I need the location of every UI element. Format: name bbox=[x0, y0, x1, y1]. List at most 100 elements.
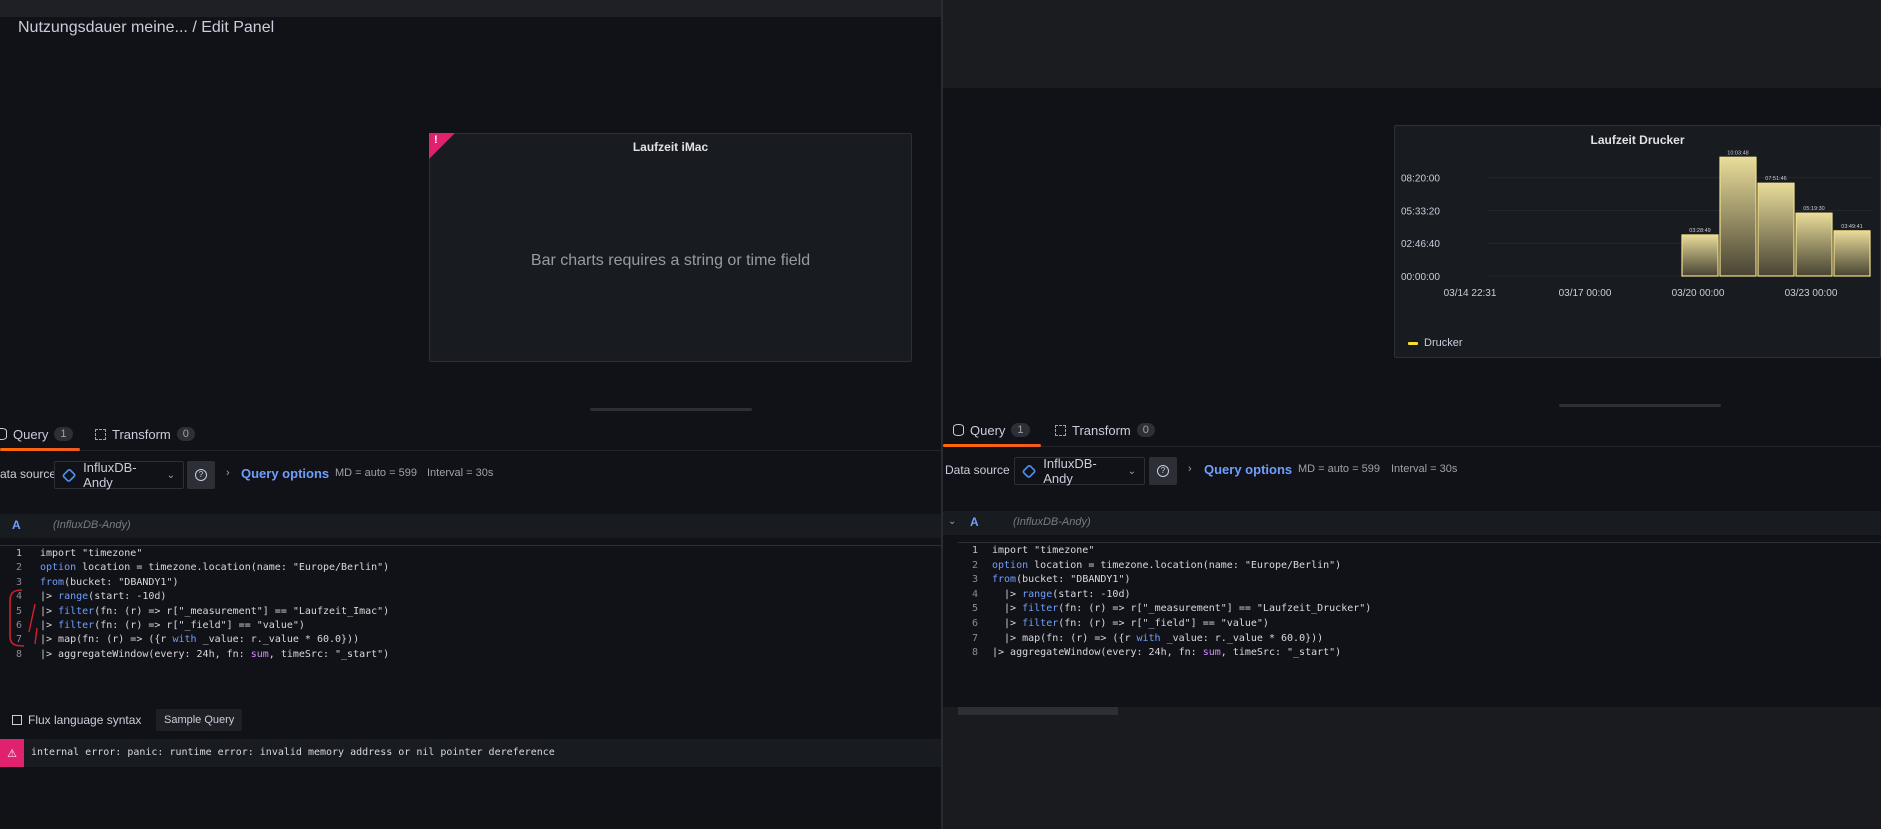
bar[interactable] bbox=[1833, 230, 1871, 277]
tab-transform-label: Transform bbox=[112, 426, 171, 442]
line-number: 7 bbox=[971, 632, 978, 644]
tab-query-count: 1 bbox=[1011, 423, 1030, 437]
datasource-help-button[interactable]: ? bbox=[187, 461, 215, 489]
left-editor-pane: Nutzungsdauer meine... / Edit Panel ! La… bbox=[0, 0, 942, 829]
top-bar bbox=[0, 0, 942, 17]
line-number: 1 bbox=[971, 545, 978, 556]
code-line[interactable]: 6 |> filter(fn: (r) => r["_field"] == "v… bbox=[958, 617, 1858, 631]
code-line[interactable]: 3 from(bucket: "DBANDY1") bbox=[0, 576, 900, 590]
code-text: from(bucket: "DBANDY1") bbox=[40, 576, 179, 588]
code-line[interactable]: 4 |> range(start: -10d) bbox=[0, 590, 900, 604]
panel-preview[interactable]: ! Laufzeit iMac Bar charts requires a st… bbox=[429, 133, 912, 362]
code-text: |> range(start: -10d) bbox=[40, 591, 167, 603]
query-row-header[interactable]: ⌄ A (InfluxDB-Andy) bbox=[943, 511, 1881, 535]
datasource-value: InfluxDB-Andy bbox=[1043, 456, 1097, 486]
query-datasource-name: (InfluxDB-Andy) bbox=[1013, 516, 1091, 528]
datasource-label: Data source bbox=[945, 463, 1010, 477]
bar[interactable] bbox=[1757, 182, 1795, 277]
query-ref-id[interactable]: A bbox=[12, 518, 21, 532]
legend-swatch bbox=[1408, 341, 1418, 345]
code-line[interactable]: 4 |> range(start: -10d) bbox=[958, 588, 1858, 602]
line-number: 3 bbox=[15, 576, 22, 588]
panel-preview[interactable]: Laufzeit Drucker 08:20:00 05:33:20 02:46:4… bbox=[1394, 125, 1881, 358]
line-number: 5 bbox=[15, 605, 22, 617]
panel-message: Bar charts requires a string or time fie… bbox=[530, 252, 811, 269]
code-line[interactable]: 5 |> filter(fn: (r) => r["_measurement"] … bbox=[0, 605, 900, 619]
tab-transform[interactable]: Transform 0 bbox=[95, 419, 195, 449]
tab-query[interactable]: Query 1 bbox=[953, 415, 1030, 445]
flux-code-editor[interactable]: 1 import "timezone" 2 option location = tim… bbox=[0, 545, 942, 673]
code-text: import "timezone" bbox=[992, 545, 1095, 556]
datasource-label: ata source bbox=[0, 467, 57, 481]
sample-query-button[interactable]: Sample Query bbox=[156, 709, 243, 731]
bar-value-label: 10:03:48 bbox=[1727, 150, 1748, 156]
line-number: 6 bbox=[15, 620, 22, 631]
query-row-header[interactable]: A (InfluxDB-Andy) bbox=[0, 514, 942, 538]
tab-query-label: Query bbox=[970, 422, 1006, 438]
editor-footer-area bbox=[943, 707, 1881, 829]
code-line[interactable]: 3 from(bucket: "DBANDY1") bbox=[958, 573, 1858, 587]
query-options-button[interactable]: Query options bbox=[241, 466, 329, 481]
right-editor-pane: Laufzeit Drucker 08:20:00 05:33:20 02:46:4… bbox=[943, 0, 1881, 829]
code-line[interactable]: 1 import "timezone" bbox=[0, 547, 900, 561]
x-tick-label: 03/23 00:00 bbox=[1785, 288, 1838, 299]
x-tick-label: 03/14 22:31 bbox=[1444, 288, 1497, 299]
flux-syntax-link[interactable]: Flux language syntax bbox=[4, 709, 149, 731]
datasource-picker[interactable]: InfluxDB-Andy ⌄ bbox=[54, 460, 184, 490]
top-bar bbox=[943, 0, 1881, 88]
bar[interactable] bbox=[1681, 234, 1719, 277]
panel-title[interactable]: Laufzeit iMac bbox=[430, 140, 911, 154]
code-line[interactable]: 6 |> filter(fn: (r) => r["_field"] == "va… bbox=[0, 619, 900, 633]
line-number: 6 bbox=[971, 618, 978, 629]
datasource-picker[interactable]: InfluxDB-Andy ⌄ bbox=[1014, 456, 1145, 486]
code-line[interactable]: 8 |> aggregateWindow(every: 24h, fn: sum,… bbox=[0, 648, 900, 662]
panel-title[interactable]: Laufzeit Drucker bbox=[1395, 133, 1880, 147]
tab-query[interactable]: Query 1 bbox=[0, 419, 73, 449]
chevron-right-icon[interactable]: › bbox=[226, 467, 230, 479]
active-tab-indicator bbox=[0, 448, 80, 451]
query-ref-id[interactable]: A bbox=[970, 515, 979, 529]
question-icon: ? bbox=[1157, 465, 1169, 477]
active-tab-indicator bbox=[943, 444, 1041, 447]
code-text: |> filter(fn: (r) => r["_measurement"] =… bbox=[40, 605, 390, 617]
query-datasource-name: (InfluxDB-Andy) bbox=[53, 519, 131, 531]
datasource-help-button[interactable]: ? bbox=[1149, 457, 1177, 485]
flux-code-editor[interactable]: 1 import "timezone" 2 option location = tim… bbox=[958, 542, 1881, 707]
chevron-right-icon[interactable]: › bbox=[1188, 463, 1192, 475]
database-icon bbox=[953, 424, 964, 436]
query-options-md: MD = auto = 599 bbox=[1298, 463, 1380, 475]
x-tick-label: 03/17 00:00 bbox=[1559, 288, 1612, 299]
editor-tabs: Query 1 Transform 0 bbox=[0, 419, 942, 451]
question-icon: ? bbox=[195, 469, 207, 481]
code-text: |> map(fn: (r) => ({r with _value: r._va… bbox=[992, 632, 1324, 644]
editor-divider bbox=[958, 542, 1881, 543]
pane-resize-handle[interactable] bbox=[590, 408, 752, 411]
collapse-chevron-icon[interactable]: ⌄ bbox=[948, 516, 956, 527]
code-text: from(bucket: "DBANDY1") bbox=[992, 574, 1131, 586]
bar-chart[interactable]: 08:20:00 05:33:20 02:46:40 00:00:00 03/14 22… bbox=[1395, 150, 1881, 330]
transform-icon bbox=[1055, 424, 1066, 436]
bar[interactable] bbox=[1719, 156, 1757, 277]
line-number: 2 bbox=[971, 559, 978, 571]
pane-resize-handle[interactable] bbox=[1559, 404, 1721, 407]
code-line[interactable]: 8 |> aggregateWindow(every: 24h, fn: sum,… bbox=[958, 646, 1858, 660]
code-text: |> map(fn: (r) => ({r with _value: r._va… bbox=[40, 634, 360, 646]
code-line[interactable]: 2 option location = timezone.location(nam… bbox=[958, 559, 1858, 573]
code-line[interactable]: 5 |> filter(fn: (r) => r["_measurement"]… bbox=[958, 602, 1858, 616]
tab-transform[interactable]: Transform 0 bbox=[1055, 415, 1155, 445]
line-number: 3 bbox=[971, 574, 978, 586]
code-text: import "timezone" bbox=[40, 548, 143, 559]
query-options-button[interactable]: Query options bbox=[1204, 462, 1292, 477]
bar-value-label: 03:28:49 bbox=[1689, 228, 1710, 234]
code-line[interactable]: 7 |> map(fn: (r) => ({r with _value: r._v… bbox=[0, 633, 900, 647]
code-line[interactable]: 1 import "timezone" bbox=[958, 544, 1858, 558]
bar[interactable] bbox=[1795, 212, 1833, 277]
breadcrumb[interactable]: Nutzungsdauer meine... / Edit Panel bbox=[18, 19, 274, 37]
chart-legend[interactable]: Drucker bbox=[1408, 337, 1463, 349]
code-text: |> aggregateWindow(every: 24h, fn: sum, … bbox=[992, 647, 1342, 659]
query-error-alert: ⚠ internal error: panic: runtime error: … bbox=[0, 739, 942, 767]
code-line[interactable]: 2 option location = timezone.location(nam… bbox=[0, 561, 900, 575]
code-line[interactable]: 7 |> map(fn: (r) => ({r with _value: r._… bbox=[958, 632, 1858, 646]
code-text: |> filter(fn: (r) => r["_measurement"] =… bbox=[992, 603, 1372, 615]
y-tick-label: 08:20:00 bbox=[1401, 174, 1440, 185]
